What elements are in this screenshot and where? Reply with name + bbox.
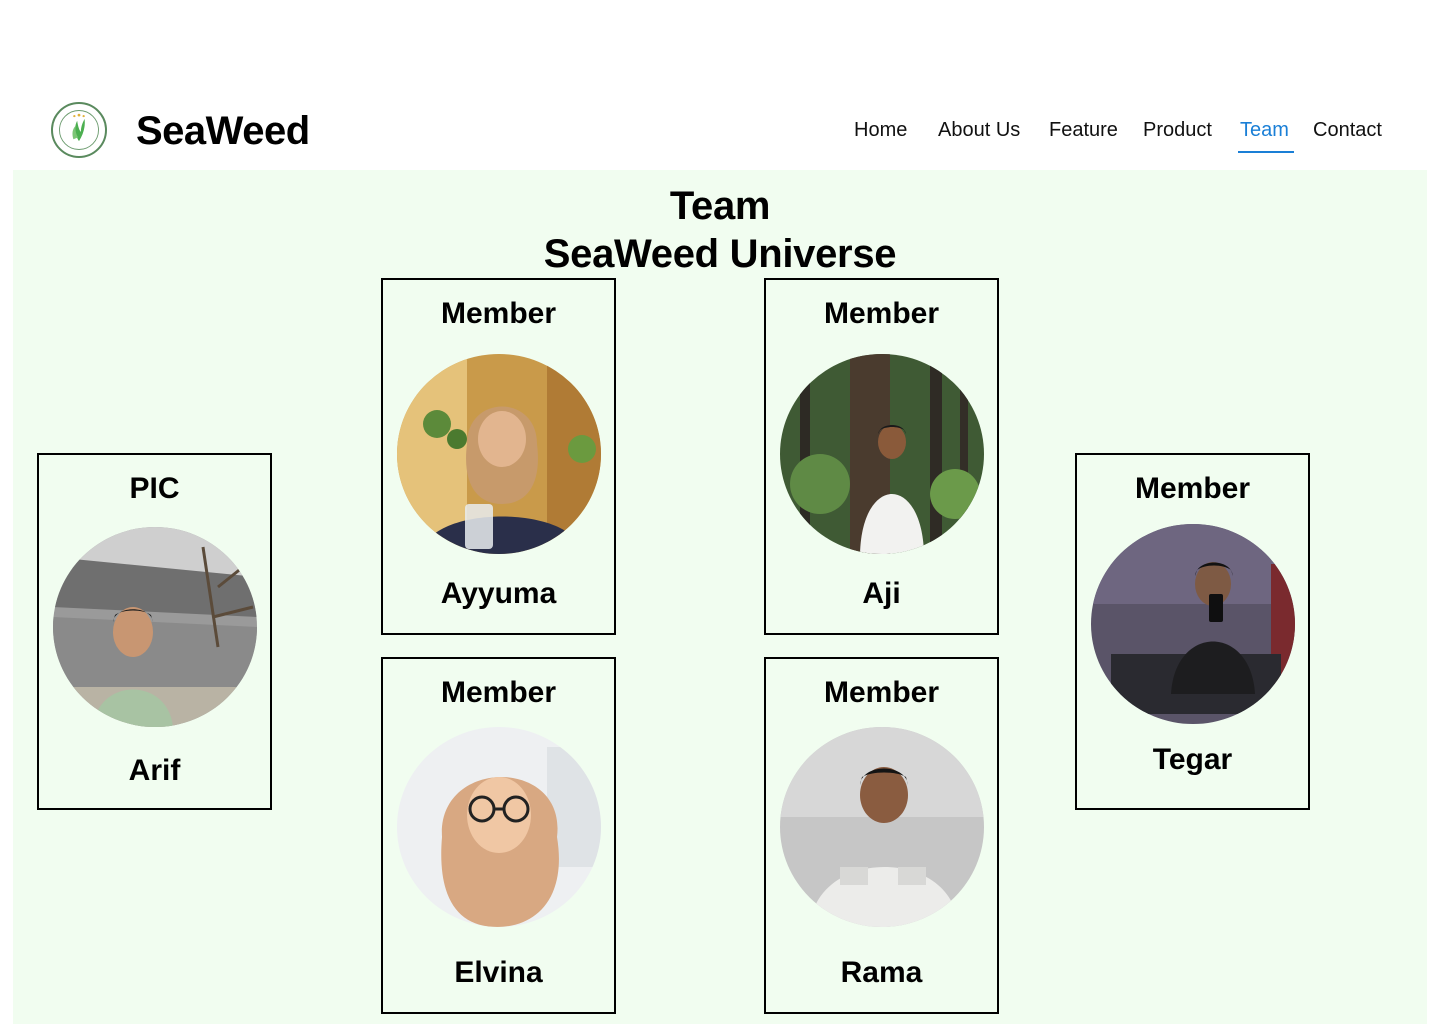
member-role: Member xyxy=(1134,472,1251,505)
member-role: Member xyxy=(440,676,557,709)
nav-home[interactable]: Home xyxy=(854,116,907,144)
member-name: Arif xyxy=(128,754,181,787)
member-name: Tegar xyxy=(1152,743,1233,776)
member-role: Member xyxy=(823,297,940,330)
member-role: Member xyxy=(823,676,940,709)
member-role: PIC xyxy=(129,472,180,505)
team-card-arif: PIC Arif xyxy=(37,453,272,810)
nav-product[interactable]: Product xyxy=(1143,116,1212,144)
nav-about-us[interactable]: About Us xyxy=(938,116,1020,144)
team-card-rama: Member Rama xyxy=(764,657,999,1014)
main-nav: Home About Us Feature Product Team Conta… xyxy=(0,116,1440,156)
member-photo xyxy=(780,354,984,554)
member-photo xyxy=(397,727,601,927)
active-nav-indicator xyxy=(1238,151,1294,153)
member-photo xyxy=(53,527,257,727)
member-name: Ayyuma xyxy=(440,577,557,610)
member-name: Aji xyxy=(862,577,901,610)
nav-feature[interactable]: Feature xyxy=(1049,116,1118,144)
member-name: Elvina xyxy=(454,956,543,989)
member-photo xyxy=(397,354,601,554)
team-card-elvina: Member Elvina xyxy=(381,657,616,1014)
team-card-ayyuma: Member Ayyuma xyxy=(381,278,616,635)
page-title: Team xyxy=(669,184,771,228)
member-name: Rama xyxy=(840,956,923,989)
member-photo xyxy=(780,727,984,927)
nav-contact[interactable]: Contact xyxy=(1313,116,1382,144)
nav-team[interactable]: Team xyxy=(1240,116,1289,144)
member-role: Member xyxy=(440,297,557,330)
team-card-aji: Member Aji xyxy=(764,278,999,635)
page-subtitle: SeaWeed Universe xyxy=(543,232,897,276)
team-card-tegar: Member Tegar xyxy=(1075,453,1310,810)
member-photo xyxy=(1091,524,1295,724)
